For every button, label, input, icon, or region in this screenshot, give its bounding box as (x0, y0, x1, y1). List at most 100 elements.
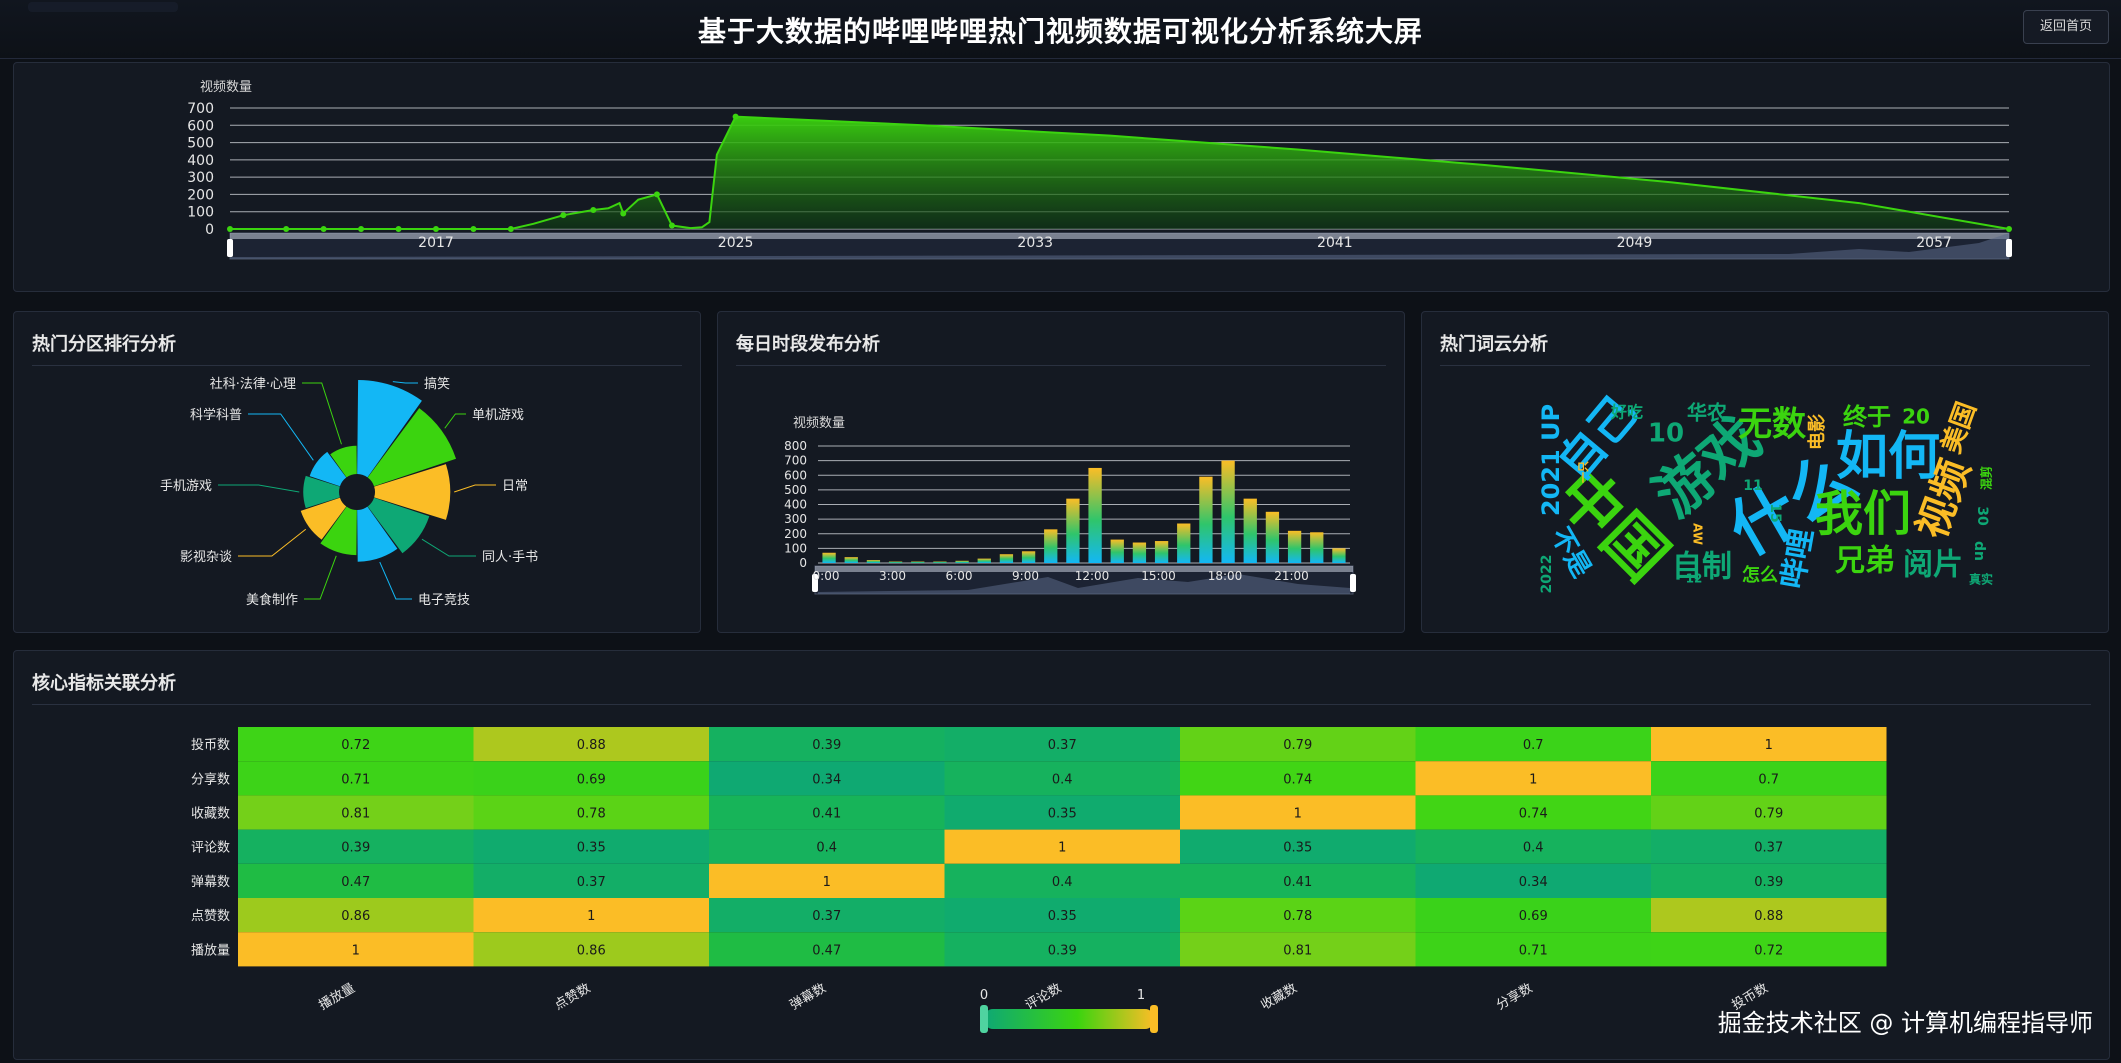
label-leader-line (302, 382, 342, 445)
heatmap-cell-value: 1 (587, 909, 595, 924)
y-tick-label: 800 (784, 439, 807, 453)
heatmap-col-label: 点赞数 (552, 981, 593, 1013)
x-tick-label: 2049 (1617, 235, 1653, 251)
heatmap-cell-value: 0.37 (1754, 841, 1783, 856)
hourly-bar (1110, 539, 1124, 563)
heatmap-cell-value: 0.7 (1758, 772, 1779, 787)
correlation-heatmap: 投币数 0.72 0.88 0.39 0.37 0.79 0.7 1分享数 0.71 0.69 0.… (191, 727, 1887, 1033)
data-point (227, 226, 233, 232)
slice-label: 日常 (502, 479, 528, 494)
label-leader-line (379, 561, 412, 600)
heatmap-row-label: 播放量 (191, 943, 230, 958)
slice-label: 同人·手书 (482, 550, 538, 565)
heatmap-cell-value: 0.35 (1283, 841, 1312, 856)
heatmap-cell-value: 0.4 (1523, 841, 1544, 856)
slice-label: 电子竞技 (418, 592, 470, 608)
heatmap-row-label: 点赞数 (191, 909, 230, 924)
heatmap-cell-value: 0.78 (577, 807, 606, 822)
heatmap-cell-value: 0.34 (812, 772, 841, 787)
hourly-bar (1199, 476, 1213, 563)
heatmap-cell-value: 0.41 (812, 807, 841, 822)
heatmap-cell-value: 0.79 (1754, 807, 1783, 822)
data-point (2006, 226, 2012, 232)
category-panel: 热门分区排行分析 搞笑 单机游戏 日常 同人·手书 电子竞技 美食制作 影视杂谈 手机游戏 科学… (13, 311, 701, 633)
heatmap-cell-value: 0.37 (812, 909, 841, 924)
slice-label: 搞笑 (424, 376, 450, 392)
data-point (560, 212, 567, 219)
heatmap-cell-value: 0.47 (341, 875, 370, 890)
x-tick-label: 18:00 (1208, 569, 1243, 583)
heatmap-cell-value: 0.37 (1048, 738, 1077, 753)
y-axis-label: 视频数量 (200, 80, 252, 95)
x-tick-label: 2057 (1916, 235, 1952, 251)
heatmap-cell-value: 0.74 (1283, 772, 1312, 787)
hourly-bar (911, 561, 925, 563)
hourly-bar (866, 560, 881, 563)
wordcloud-panel: 热门词云分析 (1421, 311, 2109, 633)
data-point (732, 113, 739, 120)
heatmap-cell-value: 0.37 (577, 875, 606, 890)
heatmap-cell-value: 0.81 (341, 807, 370, 822)
y-tick-label: 300 (784, 512, 807, 526)
label-leader-line (392, 381, 418, 384)
x-tick-label: 12:00 (1075, 569, 1110, 583)
heatmap-cell-value: 0.88 (577, 738, 606, 753)
hourly-bar (822, 552, 836, 563)
heatmap-cell-value: 0.69 (1519, 909, 1548, 924)
data-point (283, 226, 290, 232)
hourly-bar (1132, 542, 1147, 563)
data-point (590, 206, 597, 213)
x-tick-label: 3:00 (879, 569, 906, 583)
home-button[interactable]: 返回首页 (2023, 10, 2109, 44)
heatmap-col-label: 播放量 (316, 981, 357, 1013)
y-axis-label: 视频数量 (793, 416, 845, 431)
heatmap-cell-value: 1 (1765, 738, 1773, 753)
heatmap-cell-value: 1 (1529, 772, 1537, 787)
x-tick-label: 2041 (1317, 235, 1353, 251)
hourly-bar (1221, 460, 1235, 563)
heatmap-cell-value: 0.7 (1523, 738, 1544, 753)
heatmap-cell-value: 0.79 (1283, 738, 1312, 753)
y-tick-label: 600 (187, 118, 214, 134)
heatmap-cell-value: 0.86 (341, 909, 370, 924)
visualmap-max-label: 1 (1137, 988, 1145, 1003)
datazoom-handle-right (2006, 239, 2012, 257)
heatmap-cell-value: 0.34 (1519, 875, 1548, 890)
y-tick-label: 100 (187, 205, 214, 221)
x-tick-label: 9:00 (1012, 569, 1039, 583)
datazoom-handle-left (227, 239, 233, 257)
category-rose-chart: 搞笑单机游戏日常同人·手书电子竞技 美食制作 影视杂谈 手机游戏 科学科普 社科·法律·心… (160, 376, 538, 608)
y-tick-label: 700 (187, 101, 214, 117)
x-tick-label: 0:00 (813, 569, 840, 583)
label-leader-line (304, 555, 337, 600)
x-tick-label: 2025 (718, 235, 754, 251)
data-point (320, 226, 327, 232)
hourly-panel: 每日时段发布分析 视频数量 0 100 200 300 400 500 600 700 800 0:… (717, 311, 1405, 633)
hourly-bar (999, 554, 1014, 563)
heatmap-col-label: 收藏数 (1258, 981, 1299, 1013)
heatmap-cell-value: 0.4 (1052, 875, 1073, 890)
hourly-bar (1265, 511, 1280, 563)
y-tick-label: 200 (187, 187, 214, 203)
correlation-panel: 核心指标关联分析 投币数 0.72 0.88 0.39 0.37 0.79 0.7 1 分享数 0… (13, 650, 2110, 1060)
heatmap-cell-value: 0.4 (1052, 772, 1073, 787)
data-point (358, 226, 365, 232)
x-tick-label: 15:00 (1141, 569, 1176, 583)
visualmap-handle-min (980, 1005, 988, 1033)
hourly-bar (955, 560, 969, 563)
heatmap-cell-value: 0.72 (341, 738, 370, 753)
heatmap-cell-value: 1 (823, 875, 831, 890)
y-tick-label: 700 (784, 454, 807, 468)
heatmap-cell-value: 0.35 (577, 841, 606, 856)
slice-label: 科学科普 (190, 407, 242, 423)
heatmap-col-label: 弹幕数 (787, 981, 828, 1013)
datazoom-handle-right (1350, 574, 1356, 592)
heatmap-row-label: 投币数 (191, 737, 230, 753)
heatmap-cell-value: 0.39 (341, 841, 370, 856)
data-point (432, 226, 439, 232)
y-tick-label: 600 (784, 468, 807, 482)
heatmap-cell-value: 0.74 (1519, 807, 1548, 822)
heatmap-cell-value: 0.47 (812, 943, 841, 958)
heatmap-cell-value: 1 (1058, 841, 1066, 856)
heatmap-cell-value: 1 (352, 943, 360, 958)
